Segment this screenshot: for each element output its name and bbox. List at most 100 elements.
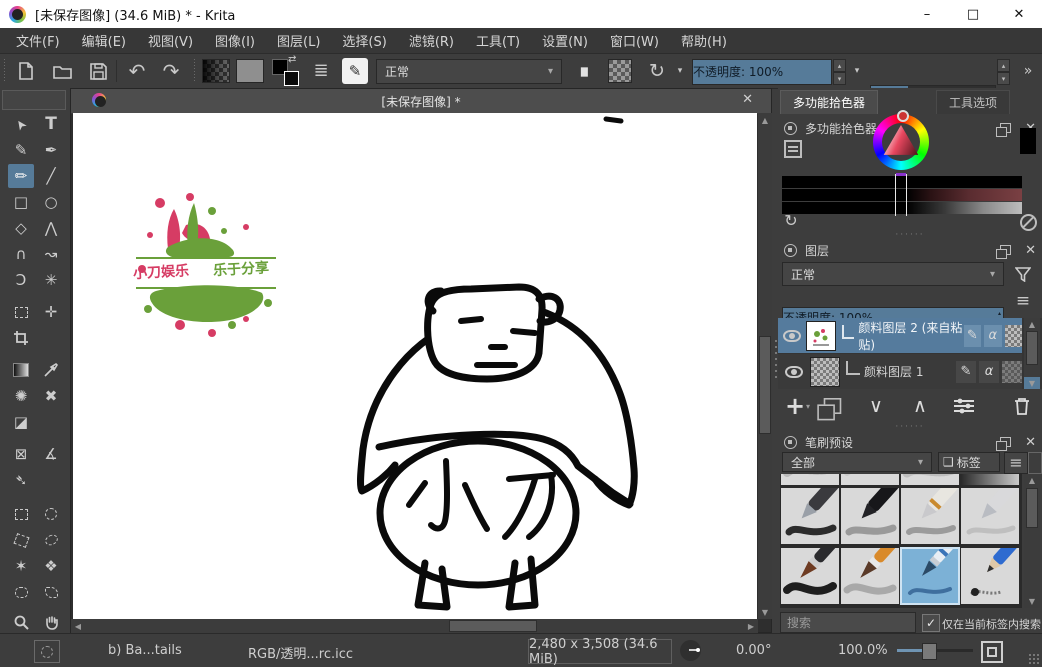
- scroll-down-arrow[interactable]: ▼: [1024, 377, 1040, 389]
- tool-ellipse[interactable]: ○: [38, 190, 64, 214]
- layer-scroll-thumb[interactable]: [1026, 331, 1038, 365]
- layer-filter-button[interactable]: [1010, 262, 1036, 286]
- tool-freehand-select[interactable]: [38, 528, 64, 552]
- search-scope-checkbox[interactable]: ✓: [922, 614, 940, 632]
- tool-color-sampler[interactable]: [38, 358, 64, 382]
- docker-resize-dots[interactable]: ······: [778, 230, 1042, 240]
- docker-lock-icon[interactable]: [784, 122, 797, 135]
- tool-calligraphy[interactable]: ✒: [38, 138, 64, 162]
- brush-preset-marker[interactable]: [840, 487, 900, 545]
- duplicate-layer-button[interactable]: [810, 401, 854, 411]
- layer-visibility-toggle[interactable]: [778, 366, 810, 378]
- reload-preset-button[interactable]: ↻: [644, 58, 670, 84]
- opacity-dropdown-arrow[interactable]: ▾: [850, 64, 864, 78]
- tool-bezier-select[interactable]: [8, 580, 34, 604]
- maximize-button[interactable]: □: [950, 0, 996, 28]
- layer-name[interactable]: 颜料图层 1: [864, 363, 923, 380]
- canvas-area[interactable]: 小刀娱乐 乐于分享: [73, 113, 757, 619]
- layer-thumbnail[interactable]: [806, 321, 836, 351]
- preset-scrollbar[interactable]: ▲ ▼: [1024, 474, 1040, 608]
- menu-view[interactable]: 视图(V): [138, 28, 203, 54]
- tool-magnetic-select[interactable]: [38, 580, 64, 604]
- opacity-spinner[interactable]: ▴ ▾: [833, 59, 846, 85]
- spin-down-icon[interactable]: ▾: [997, 72, 1010, 85]
- tool-measure[interactable]: ∡: [38, 442, 64, 466]
- menu-settings[interactable]: 设置(N): [532, 28, 598, 54]
- tool-edit-shapes[interactable]: ✎: [8, 138, 34, 162]
- current-color-swatch[interactable]: [1020, 128, 1036, 154]
- brush-preset-fountain-pen[interactable]: [900, 487, 960, 545]
- docker-float-icon[interactable]: [1000, 245, 1011, 255]
- spin-up-icon[interactable]: ▴: [833, 59, 846, 72]
- brush-preset-gradient-eraser[interactable]: [960, 474, 1020, 486]
- menu-layer[interactable]: 图层(L): [267, 28, 330, 54]
- minimize-button[interactable]: –: [904, 0, 950, 28]
- menu-file[interactable]: 文件(F): [6, 28, 70, 54]
- hue-marker[interactable]: [897, 110, 909, 122]
- current-brush-name[interactable]: b) Ba...tails: [108, 643, 182, 658]
- tool-gradient[interactable]: [8, 358, 34, 382]
- docker-close-icon[interactable]: ✕: [1025, 243, 1036, 258]
- scroll-up-arrow[interactable]: ▲: [758, 113, 772, 127]
- brush-preset-paintbrush-dark[interactable]: [780, 547, 840, 605]
- toolbar-drag-handle[interactable]: [2, 59, 7, 83]
- subwindow-titlebar[interactable]: [未保存图像] * ✕: [71, 89, 771, 114]
- tool-freehand-path[interactable]: ↝: [38, 242, 64, 266]
- layer-properties-button[interactable]: [942, 398, 986, 414]
- preset-view-button[interactable]: [1028, 452, 1042, 474]
- no-color-icon[interactable]: [1020, 214, 1037, 231]
- opacity-slider[interactable]: 不透明度: 100%: [692, 59, 832, 85]
- menu-help[interactable]: 帮助(H): [671, 28, 737, 54]
- layer-alpha-icon[interactable]: α: [984, 325, 1001, 347]
- tool-contiguous-select[interactable]: ❖: [38, 554, 64, 578]
- docker-close-icon[interactable]: ✕: [1025, 435, 1036, 450]
- new-document-button[interactable]: [13, 58, 39, 84]
- scroll-up-arrow[interactable]: ▲: [1024, 474, 1040, 487]
- color-history-icon[interactable]: ↻: [782, 212, 800, 230]
- move-layer-down-button[interactable]: ∨: [854, 395, 898, 417]
- tab-tool-options[interactable]: 工具选项: [936, 90, 1010, 114]
- tool-bezier-curve[interactable]: ∩: [8, 242, 34, 266]
- brush-preset-eraser[interactable]: [780, 474, 840, 486]
- vscroll-thumb[interactable]: [759, 336, 771, 434]
- menu-edit[interactable]: 编辑(E): [72, 28, 136, 54]
- canvas-angle-value[interactable]: 0.00°: [736, 643, 771, 658]
- menu-select[interactable]: 选择(S): [332, 28, 396, 54]
- tool-transform[interactable]: [8, 300, 34, 324]
- canvas-hscrollbar[interactable]: ◀ ▶: [71, 619, 758, 633]
- layer-scrollbar[interactable]: ▲ ▼: [1024, 318, 1040, 389]
- tool-transform-select[interactable]: ➤: [8, 112, 34, 136]
- zoom-reset-button[interactable]: [981, 641, 1003, 663]
- subwindow-close-button[interactable]: ✕: [742, 92, 753, 107]
- preset-filter-dropdown[interactable]: 全部 ▾: [782, 452, 932, 472]
- undo-button[interactable]: ↶: [124, 58, 150, 84]
- preset-scroll-thumb[interactable]: [1026, 488, 1038, 528]
- brush-preset-silver-pen[interactable]: [960, 487, 1020, 545]
- zoom-percentage[interactable]: 100.0%: [838, 643, 888, 658]
- tool-move[interactable]: ✛: [38, 300, 64, 324]
- brush-preset-eraser[interactable]: [900, 474, 960, 486]
- spin-down-icon[interactable]: ▾: [833, 72, 846, 85]
- spin-up-icon[interactable]: ▴: [997, 59, 1010, 72]
- blending-mode-dropdown[interactable]: 正常 ▾: [376, 59, 562, 84]
- tool-dynamic-brush[interactable]: Ͻ: [8, 268, 34, 292]
- foreground-background-color[interactable]: ⇄: [272, 59, 300, 85]
- layer-alpha-lock-icon[interactable]: [1005, 325, 1022, 347]
- tool-pattern-edit[interactable]: ✺: [8, 384, 34, 408]
- color-selector-settings-icon[interactable]: [784, 140, 802, 158]
- layer-options-button[interactable]: ≡: [1010, 290, 1036, 313]
- background-color-swatch[interactable]: [284, 71, 299, 86]
- layer-alpha-lock-icon[interactable]: [1002, 361, 1022, 383]
- layer-edit-icon[interactable]: ✎: [964, 325, 981, 347]
- tag-button[interactable]: ❑ 标签: [938, 452, 1000, 472]
- canvas-vscrollbar[interactable]: ▲ ▼: [758, 113, 772, 619]
- menu-image[interactable]: 图像(I): [205, 28, 265, 54]
- resize-grip[interactable]: [1028, 653, 1040, 665]
- brush-preset-ink-pen[interactable]: [780, 487, 840, 545]
- pattern-chooser[interactable]: [236, 59, 264, 83]
- rotation-dial[interactable]: [680, 640, 701, 661]
- hscroll-thumb[interactable]: [449, 620, 537, 632]
- scroll-down-arrow[interactable]: ▼: [1024, 595, 1040, 608]
- preserve-alpha-button[interactable]: [608, 59, 632, 83]
- scroll-right-arrow[interactable]: ▶: [744, 619, 758, 633]
